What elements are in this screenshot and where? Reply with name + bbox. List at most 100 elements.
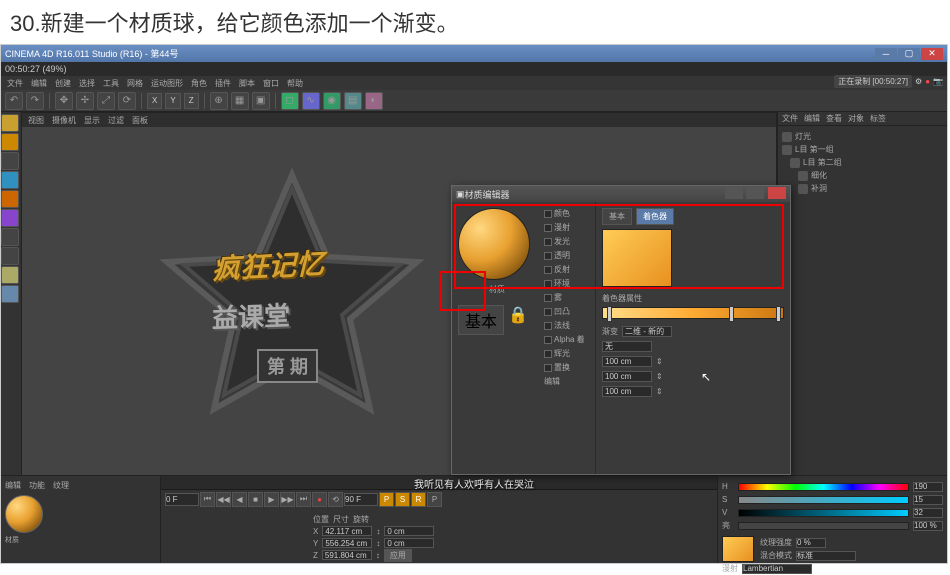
- texture-mode[interactable]: [1, 228, 19, 246]
- prev-key-button[interactable]: ◀◀: [216, 492, 231, 507]
- menu-edit[interactable]: 编辑: [31, 78, 47, 89]
- edge-mode[interactable]: [1, 190, 19, 208]
- minimize-button[interactable]: ─: [875, 48, 897, 60]
- gradient-stop[interactable]: [607, 306, 612, 322]
- om-tab-edit[interactable]: 编辑: [804, 113, 820, 124]
- menu-select[interactable]: 选择: [79, 78, 95, 89]
- stop-button[interactable]: ■: [248, 492, 263, 507]
- axis-x-toggle[interactable]: X: [147, 93, 162, 109]
- menu-plugins[interactable]: 插件: [215, 78, 231, 89]
- render-button[interactable]: ▣: [252, 92, 270, 110]
- stepper-icon[interactable]: ⇕: [656, 372, 663, 381]
- coord-y[interactable]: [322, 538, 372, 548]
- deformer-tool[interactable]: ◐: [365, 92, 383, 110]
- spline-tool[interactable]: ∿: [302, 92, 320, 110]
- basic-tab-left[interactable]: 基本: [458, 305, 504, 335]
- gradient-type-input[interactable]: [622, 326, 672, 337]
- rec-gear-icon[interactable]: ⚙: [915, 77, 922, 86]
- close-button[interactable]: ✕: [921, 48, 943, 60]
- vp-tab-view[interactable]: 视图: [28, 115, 44, 126]
- mat-tab-edit[interactable]: 编辑: [5, 480, 21, 491]
- goto-end-button[interactable]: ⏭: [296, 492, 311, 507]
- tab-shader[interactable]: 着色器: [636, 208, 674, 225]
- undo-button[interactable]: ↶: [5, 92, 23, 110]
- gradient-stop[interactable]: [776, 306, 781, 322]
- om-tab-view[interactable]: 查看: [826, 113, 842, 124]
- goto-start-button[interactable]: ⏮: [200, 492, 215, 507]
- diffuse-model[interactable]: [742, 564, 812, 574]
- vp-tab-panel[interactable]: 面板: [132, 115, 148, 126]
- material-thumbnail[interactable]: [5, 495, 43, 533]
- gradient-stop[interactable]: [729, 306, 734, 322]
- rec-indicator-icon[interactable]: ●: [925, 77, 930, 86]
- key-param-toggle[interactable]: P: [427, 492, 442, 507]
- maximize-button[interactable]: ▢: [898, 48, 920, 60]
- menu-file[interactable]: 文件: [7, 78, 23, 89]
- key-rot-toggle[interactable]: R: [411, 492, 426, 507]
- key-scale-toggle[interactable]: S: [395, 492, 410, 507]
- play-back-button[interactable]: ◀: [232, 492, 247, 507]
- menu-mesh[interactable]: 网格: [127, 78, 143, 89]
- coord-z[interactable]: [322, 550, 372, 560]
- point-mode[interactable]: [1, 171, 19, 189]
- object-mode[interactable]: [1, 133, 19, 151]
- stepper-icon[interactable]: ⇕: [656, 357, 663, 366]
- dialog-titlebar[interactable]: ▣ 材质编辑器: [452, 186, 790, 202]
- stepper-icon[interactable]: ⇕: [656, 387, 663, 396]
- om-tree[interactable]: 灯光 L目 第一组 L目 第二组 细化 补洞: [778, 126, 947, 522]
- rotate-tool[interactable]: ⟳: [118, 92, 136, 110]
- om-tab-file[interactable]: 文件: [782, 113, 798, 124]
- menu-tools[interactable]: 工具: [103, 78, 119, 89]
- render-view-button[interactable]: ▦: [231, 92, 249, 110]
- vp-tab-filter[interactable]: 过滤: [108, 115, 124, 126]
- tab-basic[interactable]: 基本: [602, 208, 632, 225]
- redo-button[interactable]: ↷: [26, 92, 44, 110]
- mat-tab-func[interactable]: 功能: [29, 480, 45, 491]
- material-name[interactable]: 材质: [458, 284, 536, 295]
- record-key-button[interactable]: ●: [312, 492, 327, 507]
- snap-toggle[interactable]: [1, 266, 19, 284]
- mat-tab-tex[interactable]: 纹理: [53, 480, 69, 491]
- interp-input[interactable]: [602, 341, 652, 352]
- play-button[interactable]: ▶: [264, 492, 279, 507]
- autokey-button[interactable]: ⟲: [328, 492, 343, 507]
- poly-mode[interactable]: [1, 209, 19, 227]
- axis-mode[interactable]: [1, 152, 19, 170]
- lock-icon[interactable]: 🔒: [508, 305, 528, 335]
- gradient-preview[interactable]: [602, 229, 672, 287]
- dialog-close[interactable]: [768, 187, 786, 199]
- checkbox[interactable]: [544, 210, 552, 218]
- om-tab-obj[interactable]: 对象: [848, 113, 864, 124]
- array-tool[interactable]: ▤: [344, 92, 362, 110]
- texture-swatch[interactable]: [722, 536, 754, 562]
- dialog-minimize[interactable]: [725, 187, 743, 199]
- menu-mograph[interactable]: 运动图形: [151, 78, 183, 89]
- vp-tab-camera[interactable]: 摄像机: [52, 115, 76, 126]
- frame-end[interactable]: [344, 493, 378, 506]
- menu-character[interactable]: 角色: [191, 78, 207, 89]
- move-tool[interactable]: ✢: [76, 92, 94, 110]
- axis-y-toggle[interactable]: Y: [165, 93, 180, 109]
- rec-camera-icon[interactable]: 📷: [933, 77, 943, 86]
- select-tool[interactable]: ✥: [55, 92, 73, 110]
- axis-z-toggle[interactable]: Z: [184, 93, 199, 109]
- quantize-toggle[interactable]: [1, 285, 19, 303]
- vp-tab-display[interactable]: 显示: [84, 115, 100, 126]
- nurbs-tool[interactable]: ◉: [323, 92, 341, 110]
- om-tab-tag[interactable]: 标签: [870, 113, 886, 124]
- menu-help[interactable]: 帮助: [287, 78, 303, 89]
- frame-start[interactable]: [165, 493, 199, 506]
- coord-x[interactable]: [322, 526, 372, 536]
- coord-system-button[interactable]: ⊕: [210, 92, 228, 110]
- dialog-maximize[interactable]: [746, 187, 764, 199]
- material-thumb-label[interactable]: 材质: [5, 535, 156, 545]
- gradient-bar[interactable]: [602, 307, 784, 319]
- next-key-button[interactable]: ▶▶: [280, 492, 295, 507]
- material-preview-sphere[interactable]: [458, 208, 530, 280]
- model-mode[interactable]: [1, 114, 19, 132]
- menu-window[interactable]: 窗口: [263, 78, 279, 89]
- menu-script[interactable]: 脚本: [239, 78, 255, 89]
- scale-tool[interactable]: ⤢: [97, 92, 115, 110]
- cube-primitive[interactable]: ◻: [281, 92, 299, 110]
- key-pos-toggle[interactable]: P: [379, 492, 394, 507]
